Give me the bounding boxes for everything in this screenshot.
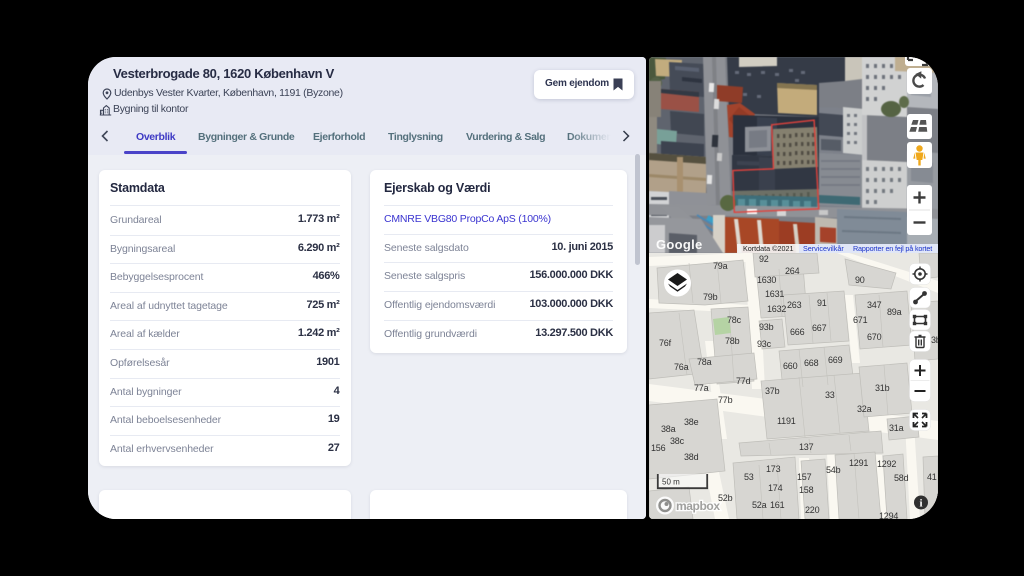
svg-text:671: 671	[853, 315, 868, 325]
svg-text:173: 173	[766, 464, 781, 474]
svg-text:53: 53	[744, 472, 754, 482]
svg-text:77a: 77a	[694, 383, 709, 393]
svg-text:263: 263	[787, 300, 802, 310]
svg-text:52b: 52b	[718, 493, 733, 503]
svg-text:3b: 3b	[931, 335, 938, 345]
svg-text:78b: 78b	[725, 336, 740, 346]
svg-text:93b: 93b	[759, 322, 774, 332]
svg-text:156: 156	[651, 443, 666, 453]
svg-text:38c: 38c	[670, 436, 685, 446]
svg-text:32a: 32a	[857, 404, 872, 414]
svg-text:1191: 1191	[777, 416, 796, 426]
svg-text:31a: 31a	[889, 423, 904, 433]
svg-text:1632: 1632	[767, 304, 786, 314]
svg-text:50 m: 50 m	[662, 478, 680, 487]
svg-text:54b: 54b	[826, 465, 841, 475]
svg-text:38d: 38d	[684, 452, 699, 462]
svg-text:77b: 77b	[718, 395, 733, 405]
svg-text:90: 90	[855, 275, 865, 285]
svg-text:91: 91	[817, 298, 827, 308]
svg-text:58d: 58d	[894, 473, 909, 483]
svg-text:52a: 52a	[752, 500, 767, 510]
svg-text:174: 174	[768, 483, 783, 493]
svg-text:161: 161	[770, 500, 785, 510]
svg-text:Rapporter en fejl på kortet: Rapporter en fejl på kortet	[853, 244, 932, 253]
svg-text:Kortdata ©2021: Kortdata ©2021	[743, 244, 793, 253]
svg-text:Google: Google	[656, 237, 703, 252]
svg-text:mapbox: mapbox	[676, 499, 720, 513]
svg-text:660: 660	[783, 361, 798, 371]
svg-text:1291: 1291	[849, 458, 868, 468]
svg-text:264: 264	[785, 266, 800, 276]
svg-text:i: i	[919, 498, 922, 510]
svg-text:1631: 1631	[765, 289, 784, 299]
svg-text:347: 347	[867, 300, 882, 310]
svg-text:76a: 76a	[674, 362, 689, 372]
svg-text:93c: 93c	[757, 339, 772, 349]
svg-text:78c: 78c	[727, 315, 742, 325]
svg-text:1292: 1292	[877, 459, 896, 469]
svg-text:79b: 79b	[703, 292, 718, 302]
svg-text:666: 666	[790, 327, 805, 337]
svg-text:157: 157	[797, 472, 812, 482]
svg-text:1294: 1294	[879, 511, 898, 519]
svg-text:79a: 79a	[713, 261, 728, 271]
svg-text:37b: 37b	[765, 386, 780, 396]
svg-text:38e: 38e	[684, 417, 699, 427]
svg-text:Servicevilkår: Servicevilkår	[803, 244, 844, 253]
svg-text:77d: 77d	[736, 376, 751, 386]
svg-text:220: 220	[805, 505, 820, 515]
svg-text:38a: 38a	[661, 424, 676, 434]
svg-text:668: 668	[804, 358, 819, 368]
svg-text:31b: 31b	[875, 383, 890, 393]
svg-text:137: 137	[799, 442, 814, 452]
svg-text:78a: 78a	[697, 357, 712, 367]
svg-text:158: 158	[799, 485, 814, 495]
svg-text:667: 667	[812, 323, 827, 333]
svg-text:92: 92	[759, 254, 769, 264]
svg-text:89a: 89a	[887, 307, 902, 317]
svg-text:670: 670	[867, 332, 882, 342]
svg-text:1630: 1630	[757, 275, 776, 285]
svg-text:76f: 76f	[659, 338, 672, 348]
svg-text:669: 669	[828, 355, 843, 365]
svg-text:33: 33	[825, 390, 835, 400]
svg-text:41: 41	[927, 472, 937, 482]
